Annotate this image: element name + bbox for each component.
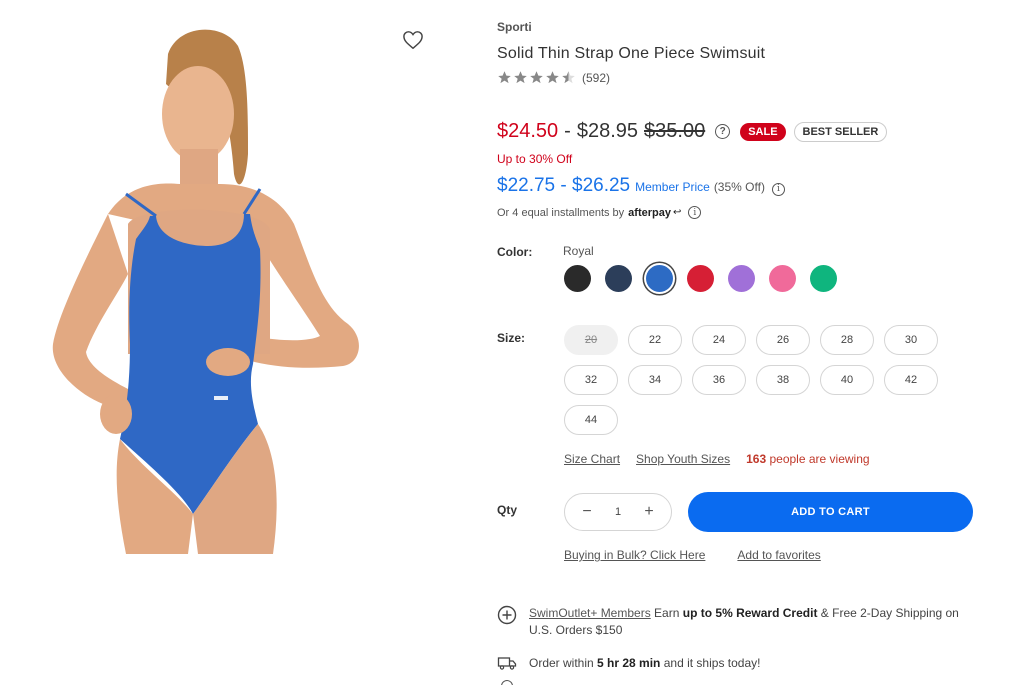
size-options: 20 22 24 26 28 30 32 34 36 38 40 42 44 [564, 325, 954, 435]
star-icon [514, 71, 527, 84]
color-swatches [564, 265, 837, 292]
color-swatch-royal[interactable] [646, 265, 673, 292]
member-discount: (35% Off) [713, 180, 765, 194]
qty-label: Qty [497, 503, 518, 517]
star-rating [497, 70, 576, 85]
size-option-32[interactable]: 32 [564, 365, 618, 395]
sale-badge: SALE [740, 122, 786, 141]
afterpay-arrow-icon: ↩ [672, 207, 682, 218]
color-swatch-red[interactable] [687, 265, 714, 292]
add-to-favorites-link[interactable]: Add to favorites [737, 548, 820, 562]
viewers-text: people are viewing [769, 452, 870, 466]
qty-decrease-button[interactable]: − [579, 503, 595, 521]
brand-name[interactable]: Sporti [497, 20, 532, 34]
sale-price-low: $24.50 [497, 120, 559, 142]
selected-color-name: Royal [563, 244, 594, 258]
info-icon[interactable]: i [771, 182, 785, 196]
size-option-40[interactable]: 40 [820, 365, 874, 395]
qty-value[interactable]: 1 [615, 506, 621, 518]
size-option-28[interactable]: 28 [820, 325, 874, 355]
price-row: $24.50 - $28.95 $35.00 ? SALE BEST SELLE… [497, 120, 888, 143]
size-option-38[interactable]: 38 [756, 365, 810, 395]
size-option-34[interactable]: 34 [628, 365, 682, 395]
size-option-42[interactable]: 42 [884, 365, 938, 395]
members-link[interactable]: SwimOutlet+ Members [529, 606, 651, 620]
viewers-indicator: 163 people are viewing [746, 452, 869, 466]
plus-circle-icon [497, 605, 517, 625]
heart-icon[interactable] [402, 30, 424, 50]
size-label: Size: [497, 331, 526, 345]
product-title: Solid Thin Strap One Piece Swimsuit [497, 45, 766, 62]
membership-perk-text: SwimOutlet+ Members Earn up to 5% Reward… [529, 605, 977, 639]
color-swatch-black[interactable] [564, 265, 591, 292]
question-icon[interactable]: ? [715, 124, 731, 139]
clock-icon [501, 680, 513, 685]
member-price: $22.75 - $26.25 [497, 175, 631, 196]
member-price-row: $22.75 - $26.25 Member Price (35% Off) i [497, 175, 785, 197]
color-swatch-purple[interactable] [728, 265, 755, 292]
members-earn-text: Earn [654, 606, 680, 620]
size-option-20[interactable]: 20 [564, 325, 618, 355]
star-icon [498, 71, 511, 84]
size-chart-link[interactable]: Size Chart [564, 452, 620, 466]
shipping-perk-text: Order within 5 hr 28 min and it ships to… [529, 655, 760, 672]
color-swatch-green[interactable] [810, 265, 837, 292]
original-price: $35.00 [644, 120, 706, 142]
size-option-22[interactable]: 22 [628, 325, 682, 355]
installments-row: Or 4 equal installments by afterpay ↩ i [497, 206, 702, 219]
size-option-26[interactable]: 26 [756, 325, 810, 355]
half-star-icon [562, 71, 575, 84]
order-countdown: 5 hr 28 min [597, 655, 661, 670]
order-within-text: Order within [529, 655, 594, 670]
youth-sizes-link[interactable]: Shop Youth Sizes [636, 452, 730, 466]
bulk-order-link[interactable]: Buying in Bulk? Click Here [564, 548, 705, 562]
quantity-stepper: − 1 + [564, 493, 672, 531]
color-label: Color: [497, 245, 533, 259]
size-option-24[interactable]: 24 [692, 325, 746, 355]
info-icon[interactable]: i [688, 206, 702, 219]
color-swatch-navy[interactable] [605, 265, 632, 292]
product-image [52, 29, 359, 554]
secondary-links: Buying in Bulk? Click Here Add to favori… [564, 548, 821, 562]
product-rating[interactable]: (592) [497, 70, 610, 85]
best-seller-badge: BEST SELLER [793, 121, 888, 142]
size-option-30[interactable]: 30 [884, 325, 938, 355]
price-dash: - [564, 120, 571, 142]
installments-text: Or 4 equal installments by [497, 206, 625, 219]
afterpay-logo: afterpay [628, 206, 671, 219]
sale-price-high: $28.95 [576, 120, 639, 142]
star-icon [530, 71, 543, 84]
add-to-cart-button[interactable]: ADD TO CART [688, 492, 973, 532]
size-option-36[interactable]: 36 [692, 365, 746, 395]
size-links-row: Size Chart Shop Youth Sizes 163 people a… [564, 452, 870, 466]
star-icon [546, 71, 559, 84]
ships-today-text: and it ships today! [663, 655, 761, 670]
membership-perk: SwimOutlet+ Members Earn up to 5% Reward… [497, 605, 977, 639]
member-price-label[interactable]: Member Price [635, 180, 710, 194]
color-swatch-pink[interactable] [769, 265, 796, 292]
delivery-truck-icon [497, 657, 517, 670]
viewers-count: 163 [746, 452, 767, 466]
reward-credit-text: up to 5% Reward Credit [682, 606, 818, 620]
discount-text: Up to 30% Off [497, 152, 573, 166]
qty-increase-button[interactable]: + [641, 503, 657, 521]
size-option-44[interactable]: 44 [564, 405, 618, 435]
shipping-perk: Order within 5 hr 28 min and it ships to… [497, 653, 760, 673]
review-count: (592) [582, 70, 611, 85]
